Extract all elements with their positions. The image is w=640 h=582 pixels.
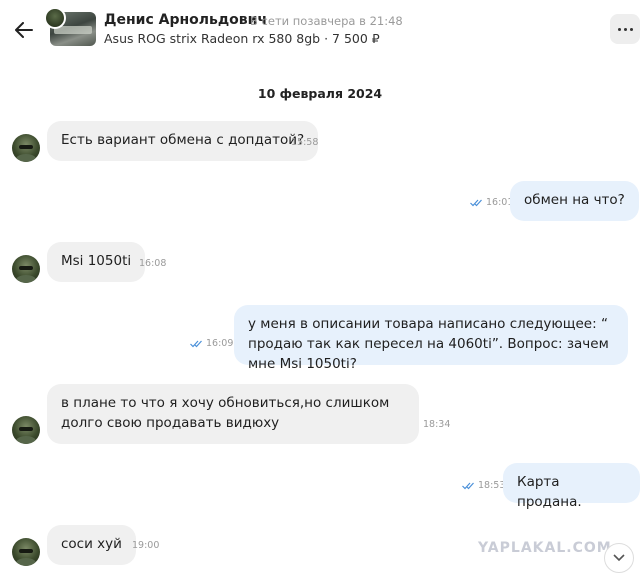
date-separator: 10 февраля 2024 [257,86,383,101]
message-in[interactable]: соси хуй [47,525,136,565]
contact-status: В сети позавчера в 21:48 [250,14,403,28]
message-text: Карта продана. [517,474,582,510]
message-time: 18:53 [462,480,505,491]
back-arrow-icon [15,22,33,38]
avatar[interactable] [12,416,40,444]
seller-avatar [44,7,66,29]
message-time: 16:01 [470,197,513,208]
message-in[interactable]: в плане то что я хочу обновиться,но слиш… [47,384,419,444]
message-text: в плане то что я хочу обновиться,но слиш… [61,395,390,431]
double-check-icon [190,340,202,347]
message-time: 19:00 [132,540,160,551]
message-in[interactable]: Есть вариант обмена с допдатой? [47,121,319,161]
message-time: 16:09 [190,338,233,349]
back-button[interactable] [10,16,38,44]
contact-name[interactable]: Денис Арнольдович [104,12,267,28]
message-text: соси хуй [61,536,122,552]
message-time: 18:34 [423,419,451,430]
avatar[interactable] [12,134,40,162]
message-in[interactable]: Msi 1050ti [47,242,146,282]
scroll-down-button[interactable] [604,543,634,573]
message-time: 15:58 [291,137,319,148]
message-out[interactable]: Карта продана. [503,463,640,510]
message-text: обмен на что? [524,192,625,208]
message-text: Msi 1050ti [61,253,132,269]
message-text: Есть вариант обмена с допдатой? [61,132,305,148]
listing-title[interactable]: Asus ROG strix Radeon rx 580 8gb · 7 500… [104,31,380,46]
chevron-down-icon [613,554,625,562]
chat-header: Денис Арнольдович В сети позавчера в 21:… [0,0,640,58]
double-check-icon [470,199,482,206]
avatar[interactable] [12,255,40,283]
more-icon [617,27,621,31]
double-check-icon [462,482,474,489]
watermark: YAPLAKAL.COM [478,540,612,556]
message-out[interactable]: обмен на что? [510,181,639,221]
message-out[interactable]: у меня в описании товара написано следую… [234,305,628,372]
avatar[interactable] [12,538,40,566]
message-time: 16:08 [139,258,167,269]
message-text: у меня в описании товара написано следую… [248,316,609,372]
more-button[interactable] [610,14,640,44]
